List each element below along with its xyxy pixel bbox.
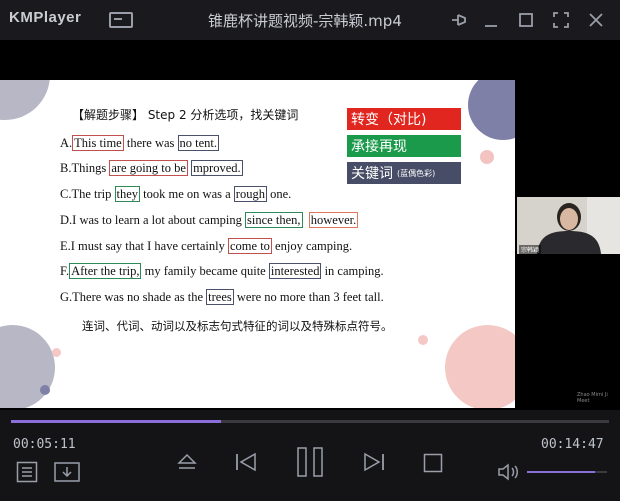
minimize-icon (485, 25, 497, 27)
option-text: one. (266, 187, 292, 201)
webcam-overlay: 宗韩颖 (517, 197, 620, 254)
download-button[interactable] (54, 462, 80, 482)
maximize-icon (519, 13, 533, 27)
slide-heading: 【解题步骤】 Step 2 分析选项，找关键词 (72, 108, 299, 122)
previous-button[interactable] (234, 451, 258, 473)
option-line-a: A. This time there was no tent. (60, 135, 220, 151)
keyword-box: they (114, 186, 141, 202)
legend-label: 转变（对比) (351, 112, 427, 128)
seek-bar-fill (11, 420, 221, 423)
legend-keyword: 关键词 (蓝偶色彩) (347, 162, 461, 184)
option-text: enjoy camping. (271, 239, 353, 253)
eject-button[interactable] (176, 451, 198, 473)
stop-button[interactable] (423, 453, 443, 473)
volume-button[interactable] (497, 463, 521, 481)
close-button[interactable] (584, 8, 608, 32)
speaker-icon (498, 463, 518, 481)
option-text: took me on was a (140, 187, 234, 201)
total-time: 00:14:47 (541, 437, 604, 452)
keyword-box: This time (72, 135, 124, 151)
title-bar: KMPlayer 锥鹿杯讲题视频-宗韩颖.mp4 (0, 0, 620, 40)
slide-summary: 连词、代词、动词以及标志句式特征的词以及特殊标点符号。 (82, 319, 393, 333)
option-text: A. (60, 136, 73, 150)
keyword-box: After the trip, (69, 263, 142, 279)
decor-circle (445, 325, 515, 408)
webcam-label: 宗韩颖 (519, 245, 542, 254)
window-title: 锥鹿杯讲题视频-宗韩颖.mp4 (208, 12, 402, 30)
decor-circle (0, 325, 55, 408)
keyword-box: trees (206, 289, 234, 305)
maximize-button[interactable] (514, 8, 538, 32)
option-text: E.I must say that I have certainly (60, 239, 228, 253)
close-icon (589, 13, 603, 27)
playlist-icon (16, 461, 38, 483)
option-text: F. (60, 264, 70, 278)
decor-circle (52, 348, 61, 357)
legend-label: 承接再现 (351, 139, 407, 155)
legend-label: 关键词 (351, 166, 393, 182)
keyword-box: are going to be (109, 160, 188, 176)
decor-circle (480, 150, 494, 164)
keyword-box: however. (308, 212, 359, 228)
decor-circle (468, 80, 515, 140)
option-line-b: B.Things are going to be mproved. (60, 160, 243, 176)
option-text: in camping. (321, 264, 384, 278)
option-text: G.There was no shade as the (60, 290, 207, 304)
playlist-button[interactable] (16, 461, 38, 483)
option-text: were no more than 3 feet tall. (233, 290, 384, 304)
keyword-box: rough (233, 186, 267, 202)
eject-icon (177, 453, 197, 469)
volume-slider[interactable] (527, 471, 607, 473)
keyword-box: interested (268, 263, 322, 279)
legend-continuation: 承接再现 (347, 135, 461, 157)
option-text: there was (123, 136, 178, 150)
option-text: B.Things (60, 161, 110, 175)
decor-circle (40, 385, 50, 395)
app-logo[interactable]: KMPlayer (9, 9, 81, 26)
keyword-box: come to (228, 238, 272, 254)
option-line-e: E.I must say that I have certainly come … (60, 238, 353, 254)
pin-button[interactable] (448, 8, 472, 32)
option-text: my family became quite (141, 264, 269, 278)
option-line-f: F. After the trip, my family became quite… (60, 263, 384, 279)
decor-circle (0, 80, 50, 120)
next-button[interactable] (362, 451, 386, 473)
fullscreen-button[interactable] (549, 8, 573, 32)
fullscreen-icon (553, 12, 569, 28)
option-text: D.I was to learn a lot about camping (60, 213, 246, 227)
current-time: 00:05:11 (13, 437, 76, 452)
pin-icon (452, 14, 466, 26)
option-text: C.The trip (60, 187, 115, 201)
keyword-box: no tent. (177, 135, 220, 151)
keyword-box: since then, (245, 212, 303, 228)
pause-icon (297, 447, 323, 477)
keyword-box: mproved. (191, 160, 243, 176)
pause-button[interactable] (296, 446, 324, 478)
skip-forward-icon (364, 452, 384, 472)
option-line-c: C.The trip they took me on was a rough o… (60, 186, 292, 202)
legend-note: (蓝偶色彩) (397, 168, 436, 178)
decor-circle (418, 335, 428, 345)
download-icon (54, 462, 80, 482)
option-line-d: D.I was to learn a lot about camping sin… (60, 212, 359, 228)
minimize-button[interactable] (479, 8, 503, 32)
option-line-g: G.There was no shade as the trees were n… (60, 289, 384, 305)
option-text (303, 213, 309, 227)
skip-back-icon (236, 452, 256, 472)
legend-contrast: 转变（对比) (347, 108, 461, 130)
volume-slider-fill (527, 471, 595, 473)
stop-icon (423, 453, 443, 473)
seek-bar[interactable] (11, 420, 609, 423)
watermark: Zhao Mimi Ji Meet (577, 392, 608, 404)
mini-mode-button[interactable] (109, 12, 133, 28)
